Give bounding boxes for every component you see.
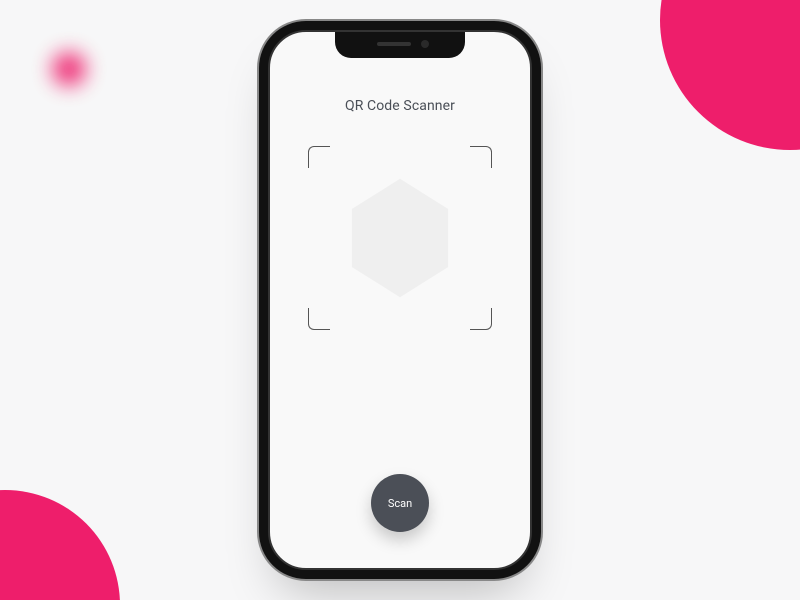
- app-screen: QR Code Scanner Scan: [270, 32, 530, 568]
- page-title: QR Code Scanner: [345, 98, 455, 114]
- viewfinder-corner-icon: [470, 146, 492, 168]
- viewfinder-corner-icon: [470, 308, 492, 330]
- hexagon-placeholder-icon: [344, 175, 456, 301]
- scan-button-label: Scan: [388, 497, 412, 510]
- scan-viewfinder[interactable]: [308, 146, 492, 330]
- viewfinder-corner-icon: [308, 308, 330, 330]
- phone-mockup: QR Code Scanner Scan: [268, 30, 532, 570]
- scan-button[interactable]: Scan: [371, 474, 429, 532]
- viewfinder-corner-icon: [308, 146, 330, 168]
- decorative-circle-blur: [52, 52, 86, 86]
- decorative-circle-top-right: [660, 0, 800, 150]
- decorative-circle-bottom-left: [0, 490, 120, 600]
